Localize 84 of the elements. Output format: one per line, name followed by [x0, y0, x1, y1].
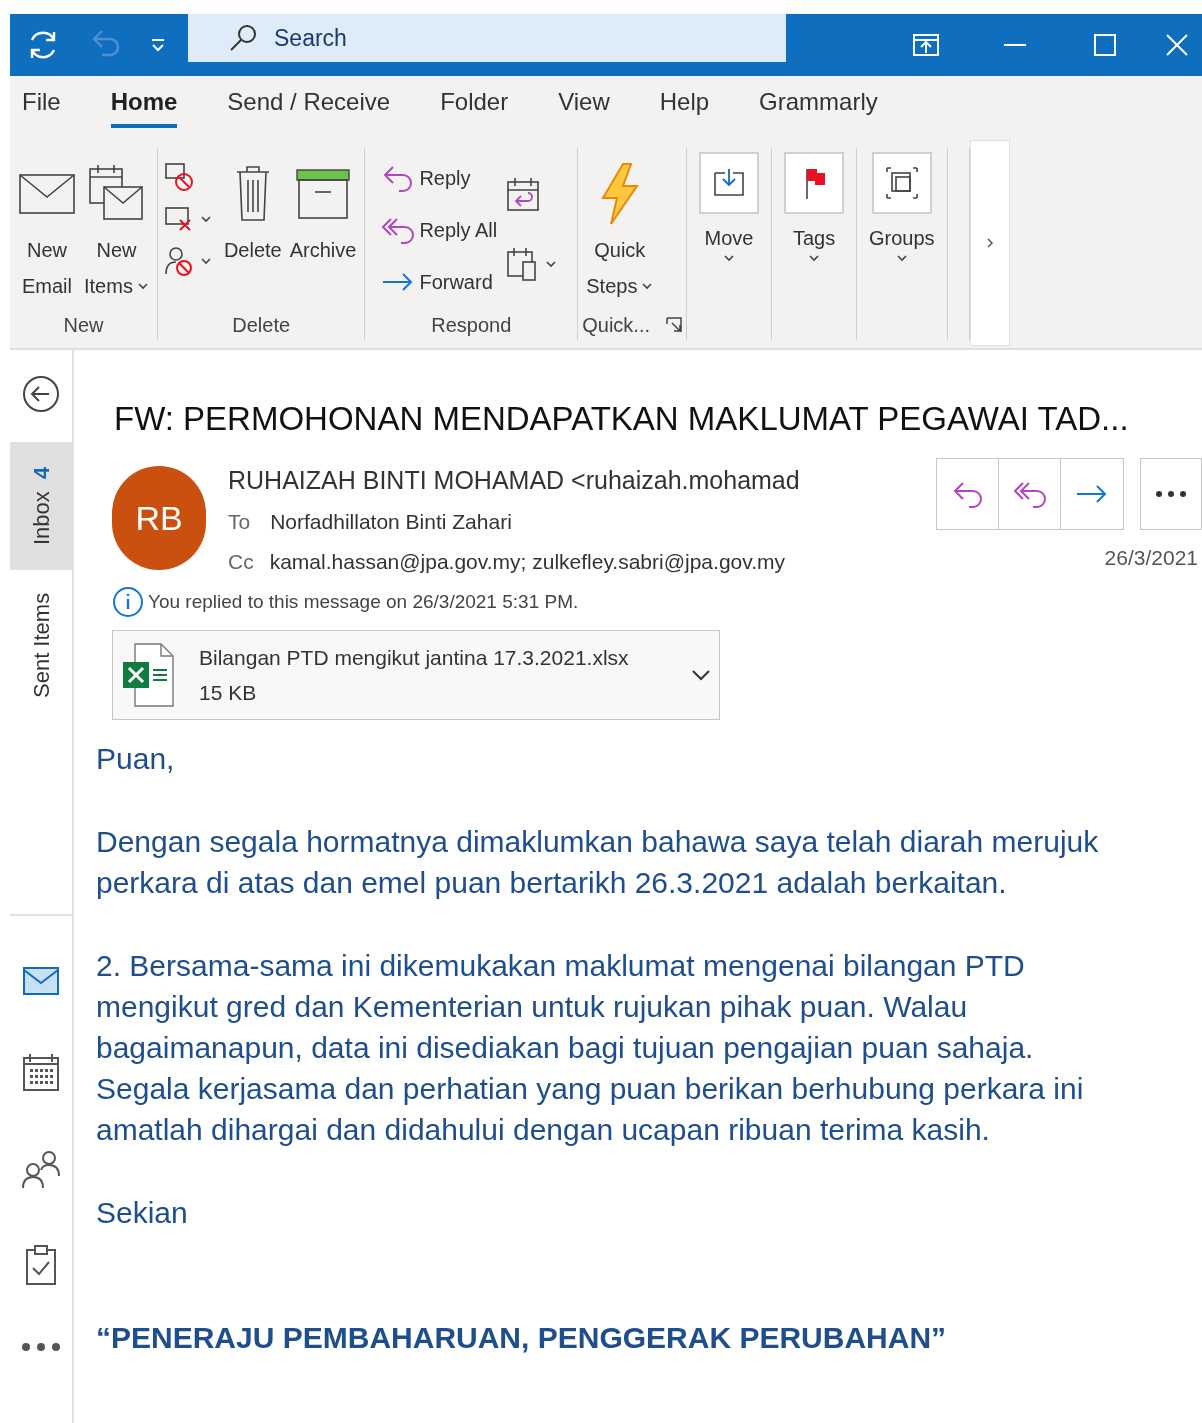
calendar-reply-icon[interactable] [505, 176, 542, 214]
ribbon-tab[interactable]: Help [659, 84, 710, 128]
ribbon-tab[interactable]: View [558, 84, 610, 128]
message-subject: FW: PERMOHONAN MENDAPATKAN MAKLUMAT PEGAWAI TAD... [114, 399, 1130, 439]
envelope-icon [18, 171, 76, 217]
ribbon-tab[interactable]: Home [110, 84, 178, 128]
window-restore-icon[interactable] [912, 33, 940, 57]
respond-button[interactable]: Reply [381, 152, 498, 204]
ribbon-tab[interactable]: File [22, 84, 61, 128]
ribbon-tab[interactable]: Grammarly [759, 84, 878, 128]
search-bar[interactable]: Search [188, 14, 786, 62]
more-icon[interactable] [21, 1342, 61, 1352]
ribbon-button[interactable]: Delete [219, 148, 286, 268]
group-label: New [63, 313, 104, 338]
body-paragraph: Puan, [96, 741, 176, 777]
dialog-launcher-icon[interactable] [666, 317, 683, 333]
reply-all-icon [1012, 479, 1047, 509]
group-label: Delete [232, 313, 291, 338]
button-label: Items [84, 274, 133, 299]
cc-label: Cc [228, 549, 254, 575]
ribbon-button[interactable]: New Items [80, 148, 153, 304]
body-paragraph: Dengan segala hormatnya dimaklumkan bahawa saya telah diarah merujuk perkara di atas dan emel puan bertarikh 26.3.2021 adalah berkaitan. [96, 824, 1100, 901]
ribbon-tab[interactable]: Folder [440, 84, 509, 128]
group-icon [883, 165, 920, 201]
respond-button[interactable]: Reply All [381, 204, 498, 256]
attachment-card[interactable]: Bilangan PTD mengikut jantina 17.3.2021.xlsx 15 KB [112, 630, 720, 720]
navigation-label: Inbox [27, 491, 55, 546]
spreadsheet-file-icon [121, 642, 175, 708]
navigation-tab[interactable]: Inbox 4 [10, 442, 72, 570]
button-label: Archive [289, 238, 357, 263]
minimize-icon[interactable] [1004, 43, 1026, 47]
button-label: Email [22, 274, 72, 299]
sender-name: RUHAIZAH BINTI MOHAMAD <ruhaizah.mohamad [228, 465, 801, 496]
body-paragraph: Sekian [96, 1195, 189, 1231]
more-actions-button[interactable] [1140, 458, 1202, 530]
archive-box-icon [295, 168, 352, 220]
reply-all-icon [381, 215, 416, 245]
mail-icon[interactable] [22, 966, 60, 996]
info-message: You replied to this message on 26/3/2021 5:31 PM. [148, 589, 579, 614]
search-field[interactable]: Search [274, 20, 574, 56]
cc-recipients: kamal.hassan@jpa.gov.my; zulkefley.sabri@jpa.gov.my [269, 549, 785, 575]
caret-icon [199, 215, 212, 223]
attachment-size: 15 KB [199, 680, 258, 706]
close-icon[interactable] [1166, 34, 1188, 56]
calendar-icon[interactable] [22, 1052, 60, 1092]
maximize-icon[interactable] [1094, 34, 1116, 56]
ribbon-button[interactable]: Move [691, 148, 768, 262]
button-label: New [27, 238, 67, 263]
more-icon [1154, 490, 1188, 498]
sender-avatar: RB [112, 466, 206, 570]
task-clipboard-icon[interactable] [25, 1244, 57, 1286]
respond-button[interactable]: Forward [381, 256, 498, 308]
ribbon-button[interactable]: Archive [285, 148, 361, 268]
button-label: Move [704, 226, 754, 251]
chevron-down-icon [691, 669, 711, 681]
group-label: Quick... [582, 313, 651, 338]
button-label: Tags [792, 226, 836, 251]
caret-icon [545, 260, 558, 268]
button-label: Delete [223, 238, 282, 263]
unread-count: 4 [27, 466, 55, 480]
ribbon-button[interactable]: Tags [776, 148, 853, 262]
ribbon-button[interactable]: Quick Steps [582, 148, 658, 304]
message-date: 26/3/2021 [1104, 545, 1198, 571]
motto-text: “PENERAJU PEMBAHARUAN, PENGGERAK PERUBAHAN” [96, 1320, 948, 1356]
button-label: New [96, 238, 137, 263]
ribbon-tab[interactable]: Send / Receive [227, 84, 391, 128]
info-icon [112, 586, 144, 618]
caret-icon [199, 257, 212, 265]
ribbon-button[interactable]: New Email [14, 148, 80, 304]
attachment-name: Bilangan PTD mengikut jantina 17.3.2021.xlsx [199, 645, 630, 671]
search-icon [228, 23, 258, 53]
chevron-right-icon [984, 236, 995, 250]
button-label: Steps [586, 274, 638, 299]
button-label: Quick [594, 238, 646, 263]
navigation-label: Sent Items [27, 592, 55, 698]
group-label: Respond [431, 313, 512, 338]
people-icon[interactable] [21, 1148, 61, 1188]
body-paragraph: 2. Bersama-sama ini dikemukakan maklumat mengenai bilangan PTD mengikut gred dan Kementerian untuk rujukan pihak puan. Walau bagaimanapun, data ini disediakan bagi tujuan pengajian puan sahaja. Segala kerjasama dan perhatian yang puan berikan berhubung perkara ini amatlah dihargai dan didahului dengan ucapan ribuan terima kasih. [96, 948, 1085, 1148]
customize-dropdown-icon[interactable] [150, 38, 166, 52]
to-label: To [228, 509, 251, 535]
recipient: Norfadhillaton Binti Zahari [270, 509, 512, 535]
navigation-tab[interactable]: Sent Items [10, 570, 72, 720]
button-label: Groups [869, 226, 935, 251]
ribbon-button[interactable]: Groups [861, 148, 943, 262]
